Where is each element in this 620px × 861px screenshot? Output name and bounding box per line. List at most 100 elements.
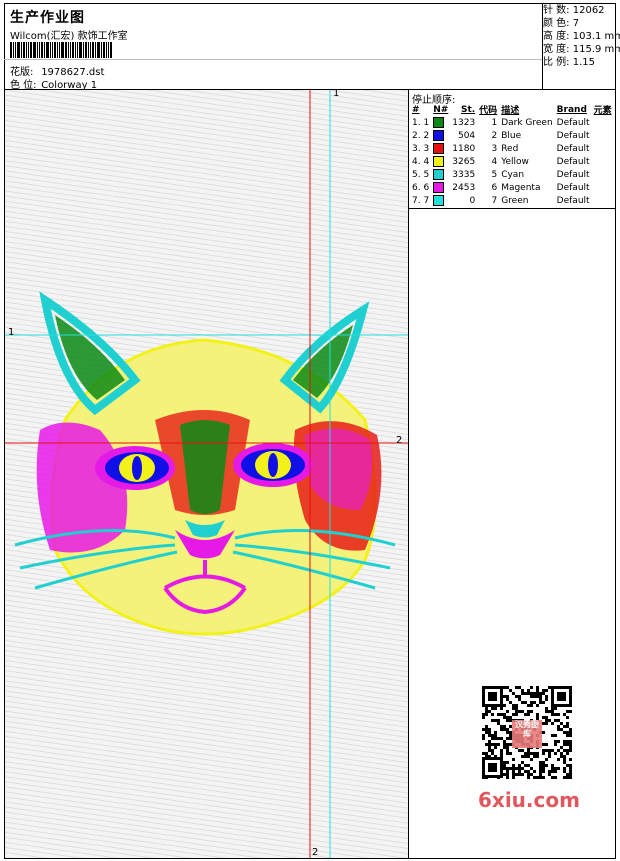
qr-module bbox=[569, 773, 572, 776]
qr-module bbox=[569, 749, 572, 752]
stop-rows: 1. 1 1323 1 Dark Green Default 2. 2 504 2 Blue De… bbox=[410, 116, 614, 207]
brand-cell: Default bbox=[556, 182, 590, 193]
qr-module bbox=[566, 743, 569, 746]
qr-module bbox=[509, 752, 512, 755]
qr-module bbox=[503, 695, 506, 698]
barcode-bar bbox=[108, 42, 109, 58]
qr-module bbox=[566, 722, 569, 725]
qr-module bbox=[533, 752, 536, 755]
qr-module bbox=[563, 758, 566, 761]
element-cell bbox=[592, 155, 614, 168]
qr-module bbox=[506, 767, 509, 770]
qr-module bbox=[494, 731, 497, 734]
qr-module bbox=[500, 728, 503, 731]
barcode-bar bbox=[41, 42, 43, 58]
stop-index: 3. 3 bbox=[412, 143, 430, 154]
qr-module bbox=[551, 707, 554, 710]
qr-module bbox=[563, 713, 566, 716]
table-row: 6. 6 2453 6 Magenta Default bbox=[410, 181, 614, 194]
qr-module bbox=[554, 734, 557, 737]
qr-module bbox=[548, 773, 551, 776]
qr-module bbox=[482, 737, 485, 740]
qr-module bbox=[539, 767, 542, 770]
qr-module bbox=[506, 752, 509, 755]
color-count: 颜 色: 7 bbox=[543, 18, 580, 29]
qr-module bbox=[557, 725, 560, 728]
qr-module bbox=[551, 767, 554, 770]
qr-module bbox=[542, 701, 545, 704]
column-header: # bbox=[412, 104, 420, 115]
qr-module bbox=[530, 686, 533, 689]
barcode-bar bbox=[106, 42, 107, 58]
table-row: 5. 5 3335 5 Cyan Default bbox=[410, 168, 614, 181]
column-header: 描述 bbox=[501, 106, 520, 116]
qr-module bbox=[482, 713, 485, 716]
qr-module bbox=[551, 764, 554, 767]
qr-module bbox=[563, 749, 566, 752]
barcode-bar bbox=[17, 42, 20, 58]
code-cell: 5 bbox=[491, 169, 498, 180]
qr-module bbox=[500, 713, 503, 716]
qr-module bbox=[539, 770, 542, 773]
column-header: 元素 bbox=[593, 106, 612, 116]
qr-module bbox=[491, 743, 494, 746]
qr-module bbox=[563, 776, 566, 779]
qr-module bbox=[485, 725, 488, 728]
qr-module bbox=[518, 767, 521, 770]
qr-module bbox=[569, 731, 572, 734]
qr-module bbox=[491, 752, 494, 755]
qr-module bbox=[527, 773, 530, 776]
brand-cell: Default bbox=[556, 169, 590, 180]
qr-module bbox=[506, 719, 509, 722]
stitch-count-cell: 0 bbox=[469, 195, 476, 206]
barcode-bar bbox=[75, 42, 76, 58]
qr-module bbox=[521, 761, 524, 764]
description-cell: Cyan bbox=[501, 169, 525, 180]
qr-module bbox=[518, 770, 521, 773]
qr-module bbox=[545, 710, 548, 713]
qr-module bbox=[545, 758, 548, 761]
qr-module bbox=[521, 749, 524, 752]
qr-module bbox=[482, 716, 485, 719]
qr-module bbox=[518, 698, 521, 701]
qr-module bbox=[494, 734, 497, 737]
qr-module bbox=[491, 734, 494, 737]
studio-name: Wilcom(汇宏) 款饰工作室 bbox=[10, 31, 128, 42]
panel-divider-line bbox=[409, 208, 615, 209]
stats-block: 针 数: 12062 颜 色: 7 高 度: 103.1 mm 宽 度: 115… bbox=[543, 4, 620, 69]
barcode-bar bbox=[68, 42, 69, 58]
barcode-bar bbox=[59, 42, 60, 58]
qr-module bbox=[497, 713, 500, 716]
qr-module bbox=[530, 758, 533, 761]
barcode-bar bbox=[13, 42, 14, 58]
qr-module bbox=[497, 719, 500, 722]
qr-module bbox=[521, 710, 524, 713]
qr-module bbox=[506, 770, 509, 773]
qr-module bbox=[545, 743, 548, 746]
qr-module bbox=[530, 767, 533, 770]
barcode-bar bbox=[46, 42, 49, 58]
stitch-count: 针 数: 12062 bbox=[543, 5, 605, 16]
color-swatch-box bbox=[433, 130, 445, 141]
qr-module bbox=[524, 752, 527, 755]
qr-module bbox=[548, 719, 551, 722]
qr-module bbox=[488, 728, 491, 731]
qr-module bbox=[488, 734, 491, 737]
qr-module bbox=[512, 704, 515, 707]
barcode-bar bbox=[85, 42, 87, 58]
barcode-bar bbox=[37, 42, 38, 58]
qr-module bbox=[488, 740, 491, 743]
qr-module bbox=[518, 686, 521, 689]
qr-module bbox=[563, 767, 566, 770]
qr-module bbox=[506, 773, 509, 776]
qr-module bbox=[542, 764, 545, 767]
brand-cell: Default bbox=[556, 117, 590, 128]
red-marker-bottom: 2 bbox=[312, 847, 319, 858]
color-swatch-box bbox=[433, 143, 445, 154]
qr-module bbox=[509, 716, 512, 719]
barcode-bar bbox=[15, 42, 16, 58]
barcode-bar bbox=[88, 42, 89, 58]
qr-module bbox=[506, 686, 509, 689]
qr-module bbox=[545, 722, 548, 725]
code-cell: 3 bbox=[491, 143, 498, 154]
